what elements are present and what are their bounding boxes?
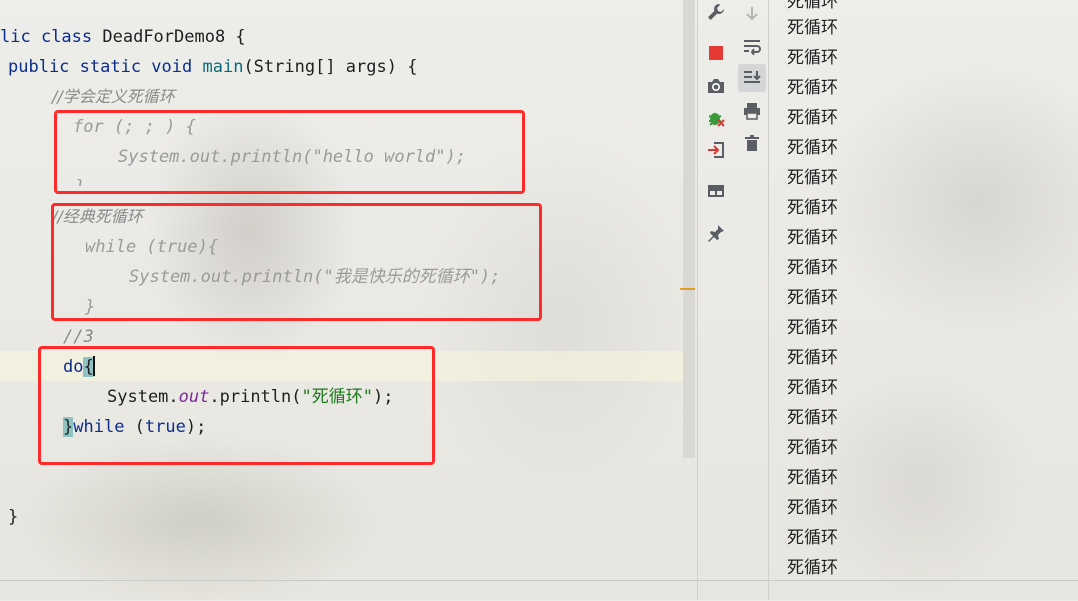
console-line: 死循环 xyxy=(787,498,838,518)
console-line: 死循环 xyxy=(787,408,838,428)
console-line: 死循环 xyxy=(787,138,838,158)
console-line: 死循环 xyxy=(787,348,838,368)
run-tool-window-toolbar xyxy=(697,0,769,600)
editor-scrollbar[interactable] xyxy=(683,0,695,458)
code-line-class-close[interactable]: } xyxy=(8,502,18,532)
highlight-box-do-while-loop xyxy=(38,346,435,465)
console-line: 死循环 xyxy=(787,48,838,68)
console-line: 死循环 xyxy=(787,378,838,398)
scroll-marker xyxy=(680,288,695,290)
scroll-to-end-icon[interactable] xyxy=(738,64,766,92)
code-line-comment[interactable]: //学会定义死循环 xyxy=(52,82,175,112)
console-output[interactable]: 死循环 死循环 死循环 死循环 死循环 死循环 死循环 死循环 死循环 死循环 … xyxy=(770,0,1078,600)
print-icon[interactable] xyxy=(740,99,764,123)
console-line: 死循环 xyxy=(787,228,838,248)
code-editor[interactable]: lic class DeadForDemo8 { public static v… xyxy=(0,0,683,600)
console-line: 死循环 xyxy=(787,468,838,488)
soft-wrap-icon[interactable] xyxy=(740,34,764,58)
trash-icon[interactable] xyxy=(740,131,764,155)
console-line: 死循环 xyxy=(787,18,838,38)
console-line: 死循环 xyxy=(787,528,838,548)
highlight-box-for-loop xyxy=(54,110,525,194)
code-line-class-declaration[interactable]: lic class DeadForDemo8 { xyxy=(0,22,246,52)
layout-icon[interactable] xyxy=(704,179,728,203)
console-line: 死循环 xyxy=(787,318,838,338)
debug-bug-icon[interactable] xyxy=(704,106,728,130)
scroll-down-icon[interactable] xyxy=(740,2,764,26)
login-icon[interactable] xyxy=(704,138,728,162)
console-line: 死循环 xyxy=(787,288,838,308)
code-line-main-declaration[interactable]: public static void main(String[] args) { xyxy=(8,52,417,82)
camera-icon[interactable] xyxy=(704,74,728,98)
stop-icon[interactable] xyxy=(704,41,728,65)
highlight-box-while-loop xyxy=(51,203,542,321)
status-bar xyxy=(0,580,1078,601)
wrench-icon[interactable] xyxy=(704,0,728,24)
console-line: 死循环 xyxy=(787,258,838,278)
console-line: 死循环 xyxy=(787,198,838,218)
code-token: lic xyxy=(0,27,41,47)
code-token: class xyxy=(40,27,93,47)
console-line: 死循环 xyxy=(787,108,838,128)
code-token: DeadForDemo8 { xyxy=(92,27,246,47)
console-line: 死循环 xyxy=(787,438,838,458)
code-token: (String[] args) { xyxy=(243,57,418,77)
code-token: main xyxy=(202,57,244,77)
code-token: public static void xyxy=(8,57,193,77)
console-line: 死循环 xyxy=(787,168,838,188)
console-line: 死循环 xyxy=(787,78,838,98)
console-line: 死循环 xyxy=(787,558,838,578)
pin-icon[interactable] xyxy=(704,221,728,245)
